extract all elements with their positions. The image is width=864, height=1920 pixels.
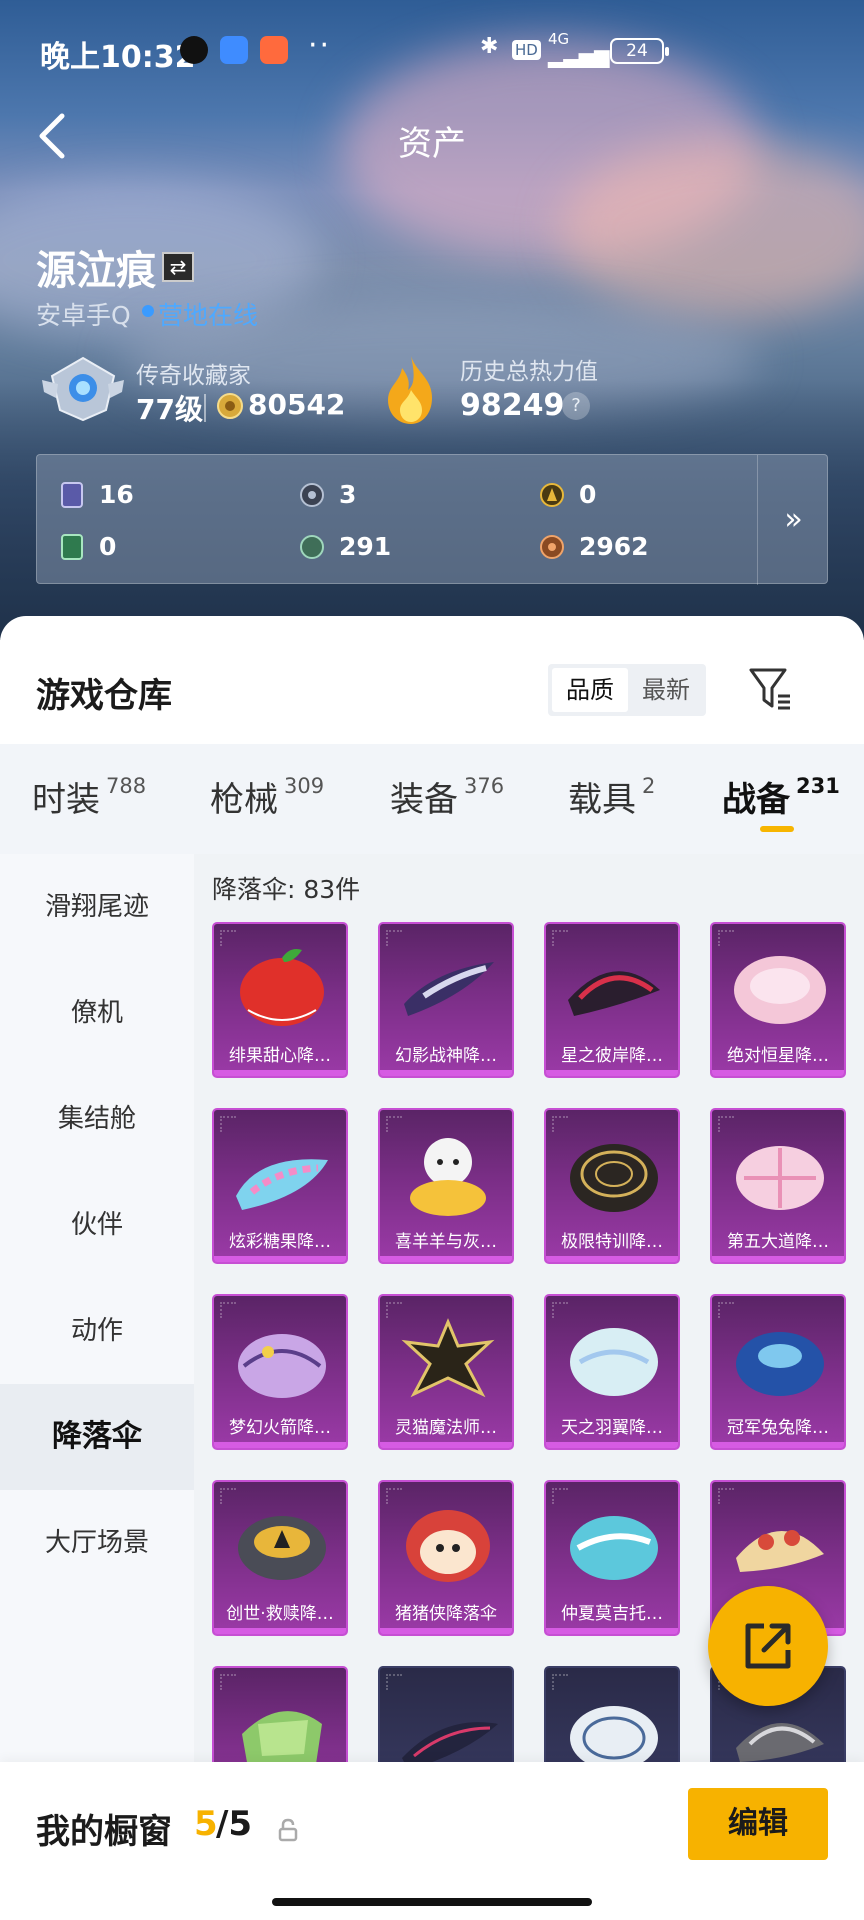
item-card[interactable]: 星之彼岸降… <box>544 922 680 1078</box>
switch-account-icon[interactable]: ⇄ <box>162 252 194 282</box>
currency-more-button[interactable]: » <box>757 455 829 585</box>
tab-equipment[interactable]: 装备 376 <box>390 772 504 822</box>
edit-button[interactable]: 编辑 <box>688 1788 828 1860</box>
sidebar-item-partner[interactable]: 伙伴 <box>0 1172 194 1278</box>
sidebar-item-emote[interactable]: 动作 <box>0 1278 194 1384</box>
showcase-total: /5 <box>216 1804 253 1844</box>
signal-icon: ▂▃▅▆ <box>548 44 610 68</box>
tab-vehicles[interactable]: 载具 2 <box>568 772 655 822</box>
fire-icon <box>388 356 432 424</box>
status-time: 晚上10:32 <box>40 40 196 75</box>
showcase-title: 我的橱窗 <box>36 1812 172 1852</box>
player-name: 源泣痕 <box>36 248 156 294</box>
item-card[interactable]: 冠军兔兔降… <box>710 1294 846 1450</box>
tab-guns[interactable]: 枪械 309 <box>210 772 324 822</box>
item-card[interactable]: 创世·救赎降… <box>212 1480 348 1636</box>
account-type: 安卓手Q <box>36 301 131 330</box>
rank-title: 传奇收藏家 <box>136 363 251 389</box>
card-app-icon <box>220 36 248 64</box>
parachute-icon <box>236 1159 328 1210</box>
parachute-icon <box>736 1530 824 1572</box>
item-card[interactable]: 猪猪侠降落伞 <box>378 1480 514 1636</box>
item-card[interactable]: 绯果甜心降… <box>212 922 348 1078</box>
currency-panel: 16 3 0 0 291 2962 » <box>36 454 829 585</box>
qq-icon <box>180 36 208 64</box>
green-card-currency-icon <box>61 534 83 560</box>
item-card[interactable]: 绝对恒星降… <box>710 922 846 1078</box>
item-card[interactable]: 灵猫魔法师… <box>378 1294 514 1450</box>
parachute-icon <box>568 971 660 1016</box>
item-grid: 降落伞: 83件 绯果甜心降… 幻影战神降… 星之彼岸降… 绝对恒星降… 炫彩糖… <box>194 854 864 1920</box>
tab-fashion[interactable]: 时装 788 <box>32 772 146 822</box>
hd-badge: HD <box>512 40 541 60</box>
share-button[interactable] <box>708 1586 828 1706</box>
item-card[interactable]: 极限特训降… <box>544 1108 680 1264</box>
help-icon[interactable]: ? <box>562 392 590 420</box>
orb-currency-icon <box>300 535 324 559</box>
shop-app-icon <box>260 36 288 64</box>
sidebar-item-lobby-scene[interactable]: 大厅场景 <box>0 1490 194 1596</box>
parachute-icon <box>570 1144 658 1212</box>
filter-icon[interactable] <box>748 666 792 712</box>
item-card[interactable]: 第五大道降… <box>710 1108 846 1264</box>
active-tab-indicator <box>760 826 794 832</box>
parachute-icon <box>404 962 494 1016</box>
online-status: 营地在线 <box>158 301 259 330</box>
battery-icon: 24 <box>610 38 669 64</box>
card-currency-icon <box>61 482 83 508</box>
sidebar-item-pod[interactable]: 集结舱 <box>0 1066 194 1172</box>
parachute-icon <box>736 1146 824 1210</box>
sort-quality-button[interactable]: 品质 <box>552 668 628 712</box>
sidebar-item-glide-trail[interactable]: 滑翔尾迹 <box>0 854 194 960</box>
player-level: 77级 <box>136 393 203 426</box>
item-card[interactable]: 仲夏莫吉托… <box>544 1480 680 1636</box>
category-tabs: 时装 788 枪械 309 装备 376 载具 2 战备 231 <box>0 744 864 854</box>
share-icon <box>745 1623 791 1669</box>
parachute-icon <box>406 1510 490 1582</box>
online-dot-icon <box>142 305 154 317</box>
parachute-icon <box>238 1516 326 1580</box>
page-title: 资产 <box>398 124 466 164</box>
sort-toggle: 品质 最新 <box>548 664 706 716</box>
parachute-icon <box>240 949 324 1026</box>
sort-newest-button[interactable]: 最新 <box>628 668 704 712</box>
parachute-icon <box>734 956 826 1024</box>
sidebar-item-wingman[interactable]: 僚机 <box>0 960 194 1066</box>
parachute-icon <box>570 1328 658 1396</box>
parachute-icon <box>736 1332 824 1396</box>
bluetooth-icon: ✱ <box>480 34 499 59</box>
bronze-currency-icon <box>540 535 564 559</box>
sidebar: 滑翔尾迹 僚机 集结舱 伙伴 动作 降落伞 大厅场景 <box>0 854 194 1920</box>
gold-currency-icon <box>540 483 564 507</box>
item-card[interactable]: 炫彩糖果降… <box>212 1108 348 1264</box>
more-notifications-icon: ·· <box>308 28 332 63</box>
grid-count-header: 降落伞: 83件 <box>212 875 361 904</box>
showcase-bar: 我的橱窗 5 /5 编辑 <box>0 1762 864 1920</box>
coin-value: 80542 <box>248 388 346 421</box>
home-indicator <box>272 1898 592 1906</box>
item-card[interactable]: 梦幻火箭降… <box>212 1294 348 1450</box>
item-card[interactable]: 天之羽翼降… <box>544 1294 680 1450</box>
nav-bar: 资产 <box>0 104 864 168</box>
heat-value: 98249 <box>460 388 565 423</box>
warehouse-title: 游戏仓库 <box>36 676 172 716</box>
heat-label: 历史总热力值 <box>460 359 598 385</box>
item-card[interactable]: 喜羊羊与灰… <box>378 1108 514 1264</box>
divider <box>204 394 206 422</box>
showcase-current: 5 <box>194 1804 218 1844</box>
tab-battle-gear[interactable]: 战备 231 <box>722 772 840 822</box>
parachute-icon <box>410 1138 486 1216</box>
lock-icon <box>278 1818 298 1842</box>
token-currency-icon <box>300 483 324 507</box>
parachute-icon <box>238 1334 326 1398</box>
item-card[interactable]: 幻影战神降… <box>378 922 514 1078</box>
parachute-icon <box>570 1516 658 1580</box>
parachute-icon <box>401 1318 495 1398</box>
status-bar: 晚上10:32 ·· ✱ HD 4G ▂▃▅▆ 24 <box>0 24 864 80</box>
sidebar-item-parachute[interactable]: 降落伞 <box>0 1384 194 1490</box>
collector-badge-icon <box>42 356 124 422</box>
coin-icon <box>217 393 243 419</box>
